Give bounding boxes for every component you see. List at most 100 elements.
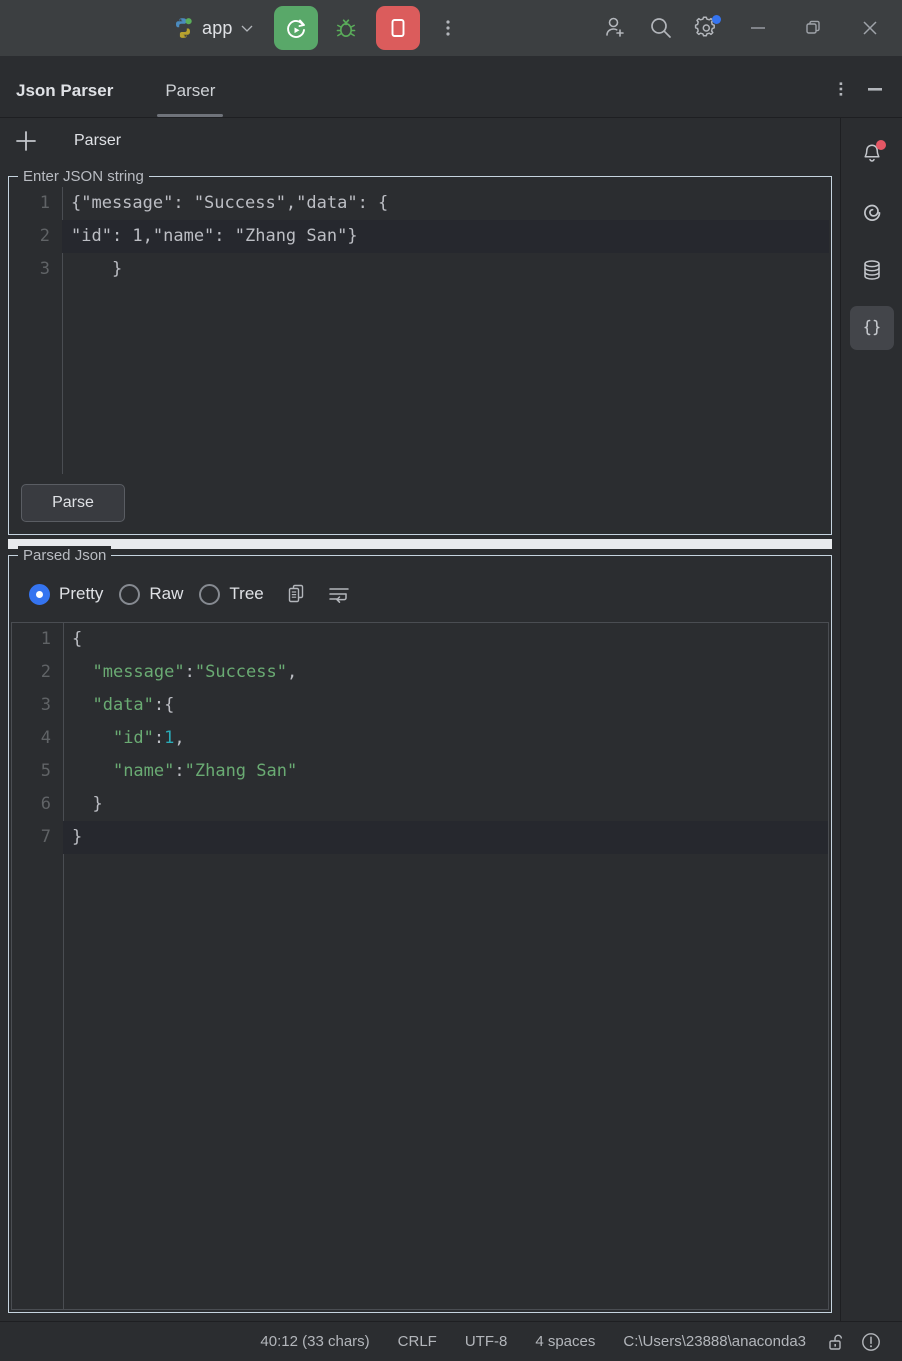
- code-token-punct: }: [72, 794, 103, 814]
- input-code-line: }: [71, 259, 123, 279]
- tool-window-header: Json Parser Parser: [0, 56, 902, 118]
- input-group-legend: Enter JSON string: [18, 167, 149, 186]
- output-line-number: 2: [40, 662, 51, 682]
- anaconda-spiral-icon[interactable]: [850, 190, 894, 234]
- radio-label-pretty: Pretty: [59, 584, 104, 603]
- unlocked-padlock-icon[interactable]: [820, 1327, 854, 1357]
- body-row: Parser Enter JSON string 123 {"message":…: [0, 118, 902, 1321]
- code-token-punct: {: [72, 629, 83, 649]
- view-mode-pretty[interactable]: Pretty: [29, 583, 104, 605]
- plus-icon[interactable]: [0, 118, 52, 164]
- soft-wrap-icon[interactable]: [324, 579, 354, 609]
- tool-window-actions: [824, 73, 902, 117]
- output-code-line: "data":{: [72, 689, 828, 722]
- window-close-icon[interactable]: [842, 0, 898, 56]
- warning-circle-icon[interactable]: [854, 1327, 888, 1357]
- status-line-separator[interactable]: CRLF: [384, 1333, 451, 1350]
- tool-window-title: Json Parser: [16, 81, 114, 100]
- code-token-str: "id": [112, 728, 154, 748]
- output-code-line: }: [72, 788, 828, 821]
- input-group-inner: 1 2 3 {"message": "Success","data": {"id":…: [9, 177, 831, 534]
- window-minimize-icon[interactable]: [858, 73, 892, 105]
- settings-update-badge: [712, 15, 721, 24]
- tab-parser[interactable]: Parser: [151, 81, 229, 117]
- output-code-line: "message":"Success",: [72, 656, 828, 689]
- code-token-str: "Success": [194, 662, 287, 682]
- view-mode-radio-group: Pretty Raw Tree: [11, 566, 829, 622]
- radio-button-pretty[interactable]: [29, 583, 50, 605]
- input-code-area[interactable]: {"message": "Success","data": {"id": 1,"…: [62, 187, 829, 474]
- code-token-punct: [72, 728, 113, 748]
- input-line-number: 1: [39, 193, 50, 213]
- sub-toolbar: Parser: [0, 118, 840, 164]
- run-button[interactable]: [273, 6, 318, 50]
- code-token-punct: :: [153, 728, 165, 748]
- status-interpreter[interactable]: C:\Users\23888\anaconda3: [609, 1333, 820, 1350]
- settings-gear-icon[interactable]: [684, 5, 730, 51]
- input-line-number: 2: [39, 226, 50, 246]
- python-logo-icon: [171, 16, 195, 40]
- code-token-punct: :: [184, 662, 195, 682]
- sub-tab-parser[interactable]: Parser: [52, 132, 121, 150]
- input-code-line: {"message": "Success","data": {: [71, 193, 389, 213]
- code-token-str: "name": [112, 761, 175, 781]
- search-icon[interactable]: [638, 5, 684, 51]
- parse-button[interactable]: Parse: [21, 484, 125, 522]
- output-code-area[interactable]: { "message":"Success", "data":{ "id":1, …: [63, 623, 828, 1309]
- output-code-line: "id":1,: [72, 722, 828, 755]
- view-mode-raw[interactable]: Raw: [119, 583, 183, 605]
- add-user-icon[interactable]: [592, 5, 638, 51]
- title-bar: app: [0, 0, 902, 56]
- notification-badge: [875, 140, 886, 150]
- radio-label-tree: Tree: [229, 584, 264, 603]
- chevron-down-icon: [240, 21, 254, 35]
- code-token-punct: ,: [286, 662, 298, 682]
- view-mode-tree[interactable]: Tree: [199, 583, 264, 605]
- status-caret-position[interactable]: 40:12 (33 chars): [246, 1333, 383, 1350]
- output-code-line: }: [63, 821, 828, 854]
- more-vertical-icon[interactable]: [824, 73, 858, 105]
- code-token-str: "data": [92, 695, 154, 715]
- output-line-number: 4: [40, 728, 51, 748]
- parsed-json-editor[interactable]: 1234567 { "message":"Success", "data":{ …: [11, 622, 829, 1310]
- titlebar-right-actions: [592, 0, 902, 56]
- status-encoding[interactable]: UTF-8: [451, 1333, 522, 1350]
- radio-button-raw[interactable]: [119, 583, 141, 605]
- debug-button[interactable]: [326, 8, 366, 48]
- window-restore-icon[interactable]: [786, 0, 842, 56]
- panels-container: Enter JSON string 123 {"message": "Succe…: [0, 164, 840, 1321]
- radio-button-tree[interactable]: [199, 583, 221, 605]
- panel-splitter[interactable]: [8, 539, 832, 549]
- tab-active-underline: [157, 114, 224, 117]
- output-group-box: Parsed Json Pretty Raw Tree 1 2 3 4 5 6 7 { "mes…: [8, 546, 832, 1313]
- output-group-inner: Pretty Raw Tree 1234567 { "message":"Succe…: [9, 556, 831, 1312]
- output-line-number: 6: [40, 794, 51, 814]
- database-icon[interactable]: [850, 248, 894, 292]
- more-vertical-icon[interactable]: [428, 8, 468, 48]
- output-code-line: "name":"Zhang San": [72, 755, 828, 788]
- output-group-legend: Parsed Json: [18, 546, 112, 565]
- code-token-num: 1: [164, 728, 175, 748]
- input-group-box: Enter JSON string 1 2 3 {"message": "Succe…: [8, 167, 832, 535]
- code-token-punct: [72, 662, 92, 682]
- copy-icon[interactable]: [282, 579, 312, 609]
- window-minimize-icon[interactable]: [730, 0, 786, 56]
- ide-window: app Json Parser Parser Parser Enter JSON…: [0, 0, 902, 1361]
- json-braces-icon[interactable]: [849, 306, 894, 350]
- output-line-number: 7: [40, 827, 51, 847]
- status-bar: 40:12 (33 chars) CRLF UTF-8 4 spaces C:\…: [0, 1321, 902, 1361]
- output-code-line: {: [72, 623, 828, 656]
- code-token-str: "message": [92, 662, 185, 682]
- code-token-punct: :: [174, 761, 185, 781]
- notifications-bell-icon[interactable]: [850, 132, 894, 176]
- right-tool-stripe: [840, 118, 902, 1321]
- code-token-str: "Zhang San": [184, 761, 298, 781]
- json-input-editor[interactable]: 1 2 3 {"message": "Success","data": {"id":…: [11, 187, 829, 474]
- stop-button[interactable]: [375, 6, 420, 50]
- code-token-punct: :{: [153, 695, 175, 715]
- run-configuration-selector[interactable]: app: [165, 10, 260, 46]
- status-indent[interactable]: 4 spaces: [521, 1333, 609, 1350]
- tab-parser-label: Parser: [165, 81, 216, 100]
- output-line-number: 3: [40, 695, 51, 715]
- code-token-punct: ,: [174, 728, 185, 748]
